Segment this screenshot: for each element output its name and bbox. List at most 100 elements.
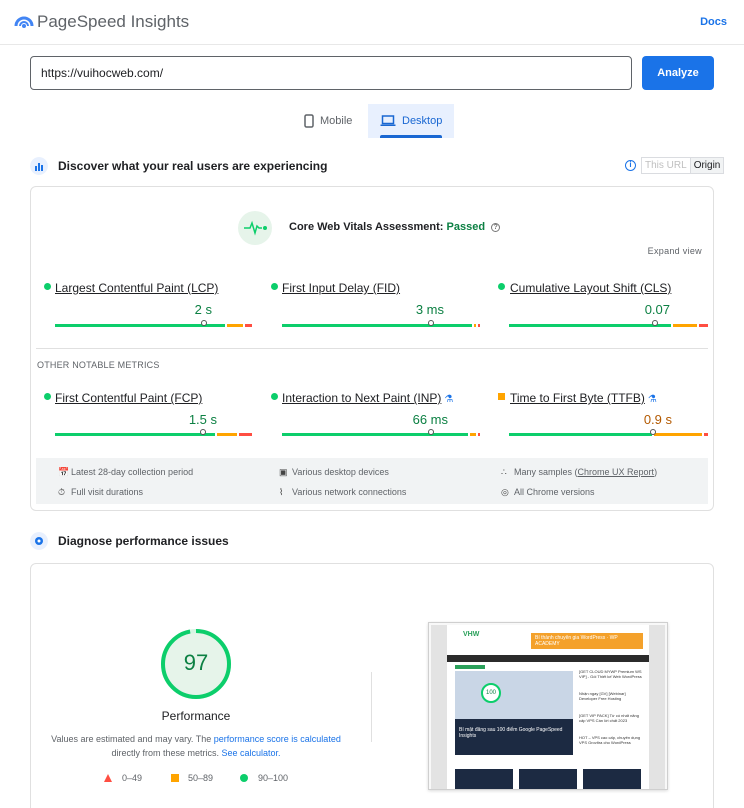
legend-poor: 0–49	[122, 773, 143, 783]
post-tile	[455, 769, 513, 789]
this-url-option[interactable]: This URL	[642, 158, 691, 173]
chrome-icon: ◎	[501, 487, 509, 497]
analyze-button[interactable]: Analyze	[642, 56, 714, 90]
lab-diagnostics-icon	[30, 532, 48, 550]
diagnose-title: Diagnose performance issues	[58, 534, 229, 548]
metric-lcp-distribution	[55, 324, 252, 327]
metric-fid[interactable]: First Input Delay (FID)	[282, 281, 400, 295]
expand-view-button[interactable]: Expand view	[648, 246, 702, 256]
metric-cls-distribution	[509, 324, 708, 327]
origin-option[interactable]: Origin	[690, 158, 724, 173]
chrome-versions: ◎ All Chrome versions	[501, 487, 595, 498]
see-calculator-link[interactable]: See calculator.	[221, 748, 280, 758]
help-icon[interactable]: ?	[491, 222, 501, 232]
hero-score: 100	[481, 683, 501, 703]
tab-desktop[interactable]: Desktop	[368, 104, 454, 138]
metric-cls[interactable]: Cumulative Layout Shift (CLS)	[510, 281, 671, 295]
metric-lcp-value: 2 s	[194, 302, 212, 317]
metric-ttfb[interactable]: Time to First Byte (TTFB) ⚗	[510, 391, 657, 405]
metric-inp[interactable]: Interaction to Next Paint (INP) ⚗	[282, 391, 453, 405]
vitals-pulse-icon	[238, 211, 272, 245]
score-note-middle: directly from these metrics.	[111, 748, 222, 758]
poor-triangle-icon	[104, 774, 112, 782]
metric-fid-value: 3 ms	[415, 302, 444, 317]
tab-mobile[interactable]: Mobile	[298, 104, 364, 138]
screenshot-margin	[431, 625, 447, 789]
cwv-assessment-label: Core Web Vitals Assessment:	[289, 221, 444, 233]
collection-period-text: Latest 28-day collection period	[71, 467, 194, 477]
field-data-title: Discover what your real users are experi…	[58, 159, 328, 173]
metric-fcp-value: 1.5 s	[188, 412, 217, 427]
url-origin-toggle[interactable]: This URL Origin	[641, 157, 725, 174]
legend-good: 90–100	[258, 773, 289, 783]
page-screenshot: VHW Bí thành chuyên gia WordPress · WP A…	[428, 622, 668, 790]
metric-lcp[interactable]: Largest Contentful Paint (LCP)	[55, 281, 218, 295]
device-info-text: Various desktop devices	[292, 467, 389, 477]
screenshot-margin	[649, 625, 665, 789]
cwv-status: Passed	[446, 221, 486, 233]
good-status-icon	[498, 283, 505, 290]
visit-durations-text: Full visit durations	[71, 487, 144, 497]
timer-icon: ⏱	[58, 487, 66, 497]
side-post: [GET CLOUD MYWP Premium WS VIP] - Gói Th…	[579, 669, 642, 679]
info-icon[interactable]: i	[625, 160, 636, 171]
chrome-ux-report-link[interactable]: Chrome UX Report	[578, 467, 655, 477]
pagespeed-logo-icon	[14, 16, 34, 28]
site-logo: VHW	[463, 631, 480, 638]
users-icon	[30, 157, 48, 175]
metric-inp-distribution	[282, 433, 480, 436]
score-note-prefix: Values are estimated and may vary. The	[51, 734, 214, 744]
post-tile	[519, 769, 577, 789]
side-post: HOT – VPS cao cấp, chuyên dụng VPS Grovl…	[579, 735, 641, 745]
site-nav	[447, 655, 649, 662]
network-info-text: Various network connections	[292, 487, 407, 497]
device-info: ▣ Various desktop devices	[279, 467, 389, 478]
hero-caption: Bí mật đăng sau 100 điểm Google PageSpee…	[459, 727, 563, 739]
metric-fcp[interactable]: First Contentful Paint (FCP)	[55, 391, 202, 405]
metric-fid-distribution	[282, 324, 480, 327]
legend-average: 50–89	[188, 773, 214, 783]
score-calculation-link[interactable]: performance score is calculated	[214, 734, 341, 744]
top-bar: PageSpeed Insights Docs	[0, 0, 744, 45]
performance-score: 97	[183, 650, 209, 675]
users-group-icon: ∴	[501, 467, 507, 477]
good-status-icon	[271, 283, 278, 290]
column-divider	[371, 672, 372, 742]
samples-suffix: )	[654, 467, 658, 477]
network-info: ⌇ Various network connections	[279, 487, 406, 498]
cwv-assessment: Core Web Vitals Assessment: Passed ?	[289, 221, 501, 233]
metric-ttfb-marker	[650, 429, 656, 435]
tab-mobile-label: Mobile	[320, 115, 353, 127]
other-metrics-label: OTHER NOTABLE METRICS	[37, 360, 160, 370]
screenshot-page: VHW Bí thành chuyên gia WordPress · WP A…	[447, 625, 649, 789]
metric-fid-marker	[428, 320, 434, 326]
collection-period: 📅 Latest 28-day collection period	[58, 467, 193, 478]
wifi-icon: ⌇	[279, 487, 284, 497]
brand-name[interactable]: PageSpeed Insights	[37, 12, 189, 32]
samples-prefix: Many samples (	[514, 467, 578, 477]
url-input[interactable]: https://vuihocweb.com/	[30, 56, 632, 90]
samples-info: ∴ Many samples (Chrome UX Report)	[501, 467, 657, 478]
flask-icon: ⚗	[647, 394, 657, 405]
good-status-icon	[44, 283, 51, 290]
chrome-versions-text: All Chrome versions	[514, 487, 595, 497]
score-note: Values are estimated and may vary. The p…	[46, 732, 346, 760]
post-tile	[583, 769, 641, 789]
docs-link[interactable]: Docs	[700, 16, 727, 28]
calendar-icon: 📅	[58, 467, 70, 477]
metric-fcp-distribution	[55, 433, 252, 436]
phone-icon	[304, 114, 314, 128]
laptop-icon	[380, 115, 396, 127]
metric-inp-marker	[428, 429, 434, 435]
performance-label: Performance	[161, 709, 231, 723]
metric-inp-label: Interaction to Next Paint (INP)	[282, 391, 442, 405]
metric-inp-value: 66 ms	[412, 412, 448, 427]
metric-fcp-marker	[200, 429, 206, 435]
site-tag	[455, 665, 485, 669]
good-status-icon	[44, 393, 51, 400]
site-banner: Bí thành chuyên gia WordPress · WP ACADE…	[531, 633, 643, 649]
good-circle-icon	[240, 774, 248, 782]
flask-icon: ⚗	[444, 394, 454, 405]
devices-icon: ▣	[279, 467, 288, 477]
metric-ttfb-distribution	[509, 433, 708, 436]
